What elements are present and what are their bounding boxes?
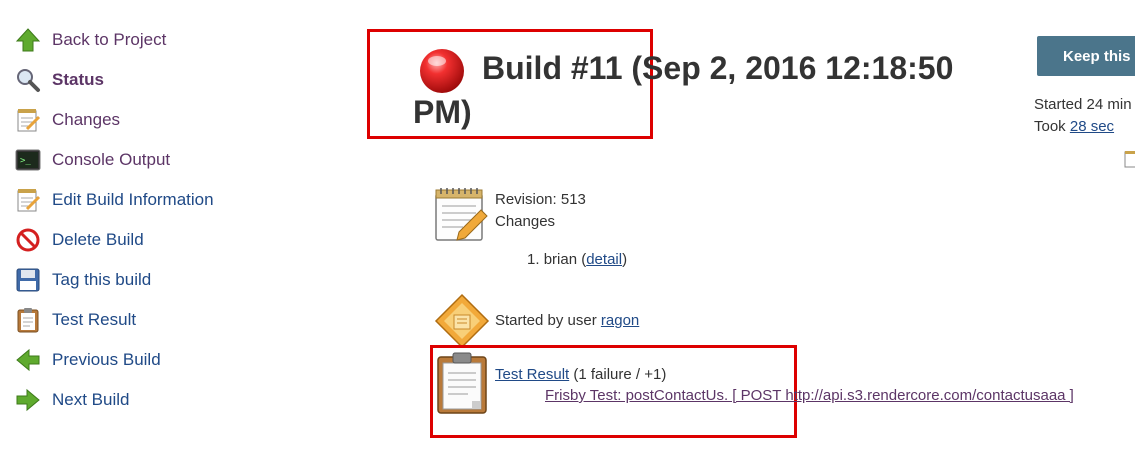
left-arrow-icon	[14, 346, 42, 374]
sidebar-item-previous-build[interactable]: Previous Build	[14, 340, 344, 380]
svg-text:>_: >_	[20, 156, 31, 166]
took-prefix: Took	[1034, 118, 1070, 135]
sidebar-item-label: Test Result	[52, 310, 137, 329]
sidebar-item-status[interactable]: Status	[14, 60, 344, 100]
changes-heading: Changes	[495, 213, 556, 230]
clipboard-icon	[14, 306, 42, 334]
right-arrow-icon	[14, 386, 42, 414]
sidebar-item-tag-this-build[interactable]: Tag this build	[14, 260, 344, 300]
started-by-text: Started by user ragon	[495, 312, 639, 329]
no-entry-icon	[14, 226, 42, 254]
sidebar-item-back-to-project[interactable]: Back to Project	[14, 20, 344, 60]
failed-status-ball-icon	[418, 47, 466, 95]
change-author: brian	[543, 251, 578, 268]
page-title-line2: PM)	[413, 94, 472, 130]
sidebar-item-label: Edit Build Information	[52, 190, 214, 209]
sidebar-item-edit-build-information[interactable]: Edit Build Information	[14, 180, 344, 220]
sidebar-item-label: Back to Project	[52, 30, 167, 49]
sidebar: Back to Project Status Changes >_ Consol…	[14, 20, 344, 420]
paren-open: (	[577, 251, 587, 268]
sidebar-item-label: Status	[52, 70, 104, 89]
notepad-icon	[14, 186, 42, 214]
started-by-prefix: Started by user	[495, 312, 601, 329]
revision-text: Revision: 513	[495, 191, 586, 208]
failed-test-item: Frisby Test: postContactUs. [ POST http:…	[545, 387, 1074, 404]
user-cause-icon	[434, 293, 490, 349]
paren-close: )	[622, 251, 628, 268]
sidebar-item-label: Next Build	[52, 390, 130, 409]
sidebar-item-label: Changes	[52, 110, 121, 129]
sidebar-item-changes[interactable]: Changes	[14, 100, 344, 140]
sidebar-item-test-result[interactable]: Test Result	[14, 300, 344, 340]
page-title-line1: Build #11 (Sep 2, 2016 12:18:50	[482, 50, 954, 86]
test-result-link[interactable]: Test Result	[495, 366, 569, 383]
change-number: 1.	[527, 251, 540, 268]
sidebar-item-console-output[interactable]: >_ Console Output	[14, 140, 344, 180]
sidebar-item-label: Tag this build	[52, 270, 152, 289]
build-duration: Took 28 sec	[1034, 118, 1114, 135]
up-arrow-icon	[14, 26, 42, 54]
changes-notepad-icon	[433, 186, 489, 244]
change-detail-link[interactable]: detail	[586, 251, 622, 268]
failed-test-link[interactable]: Frisby Test: postContactUs. [ POST http:…	[545, 387, 1074, 404]
floppy-disk-icon	[14, 266, 42, 294]
duration-link[interactable]: 28 sec	[1070, 118, 1114, 135]
sidebar-item-label: Delete Build	[52, 230, 144, 249]
notepad-icon	[14, 106, 42, 134]
test-summary: (1 failure / +1)	[569, 366, 667, 383]
user-link[interactable]: ragon	[601, 312, 639, 329]
list-item: 1. brian (detail)	[527, 251, 627, 268]
sidebar-item-next-build[interactable]: Next Build	[14, 380, 344, 420]
keep-this-build-button[interactable]: Keep this	[1037, 36, 1135, 76]
sidebar-item-delete-build[interactable]: Delete Build	[14, 220, 344, 260]
test-result-line: Test Result (1 failure / +1)	[495, 366, 666, 383]
test-result-clipboard-icon	[436, 351, 488, 415]
sidebar-item-label: Console Output	[52, 150, 171, 169]
magnifier-icon	[14, 66, 42, 94]
sidebar-item-label: Previous Build	[52, 350, 161, 369]
started-time: Started 24 min	[1034, 96, 1132, 113]
terminal-icon: >_	[14, 146, 42, 174]
notepad-icon[interactable]	[1124, 150, 1135, 168]
